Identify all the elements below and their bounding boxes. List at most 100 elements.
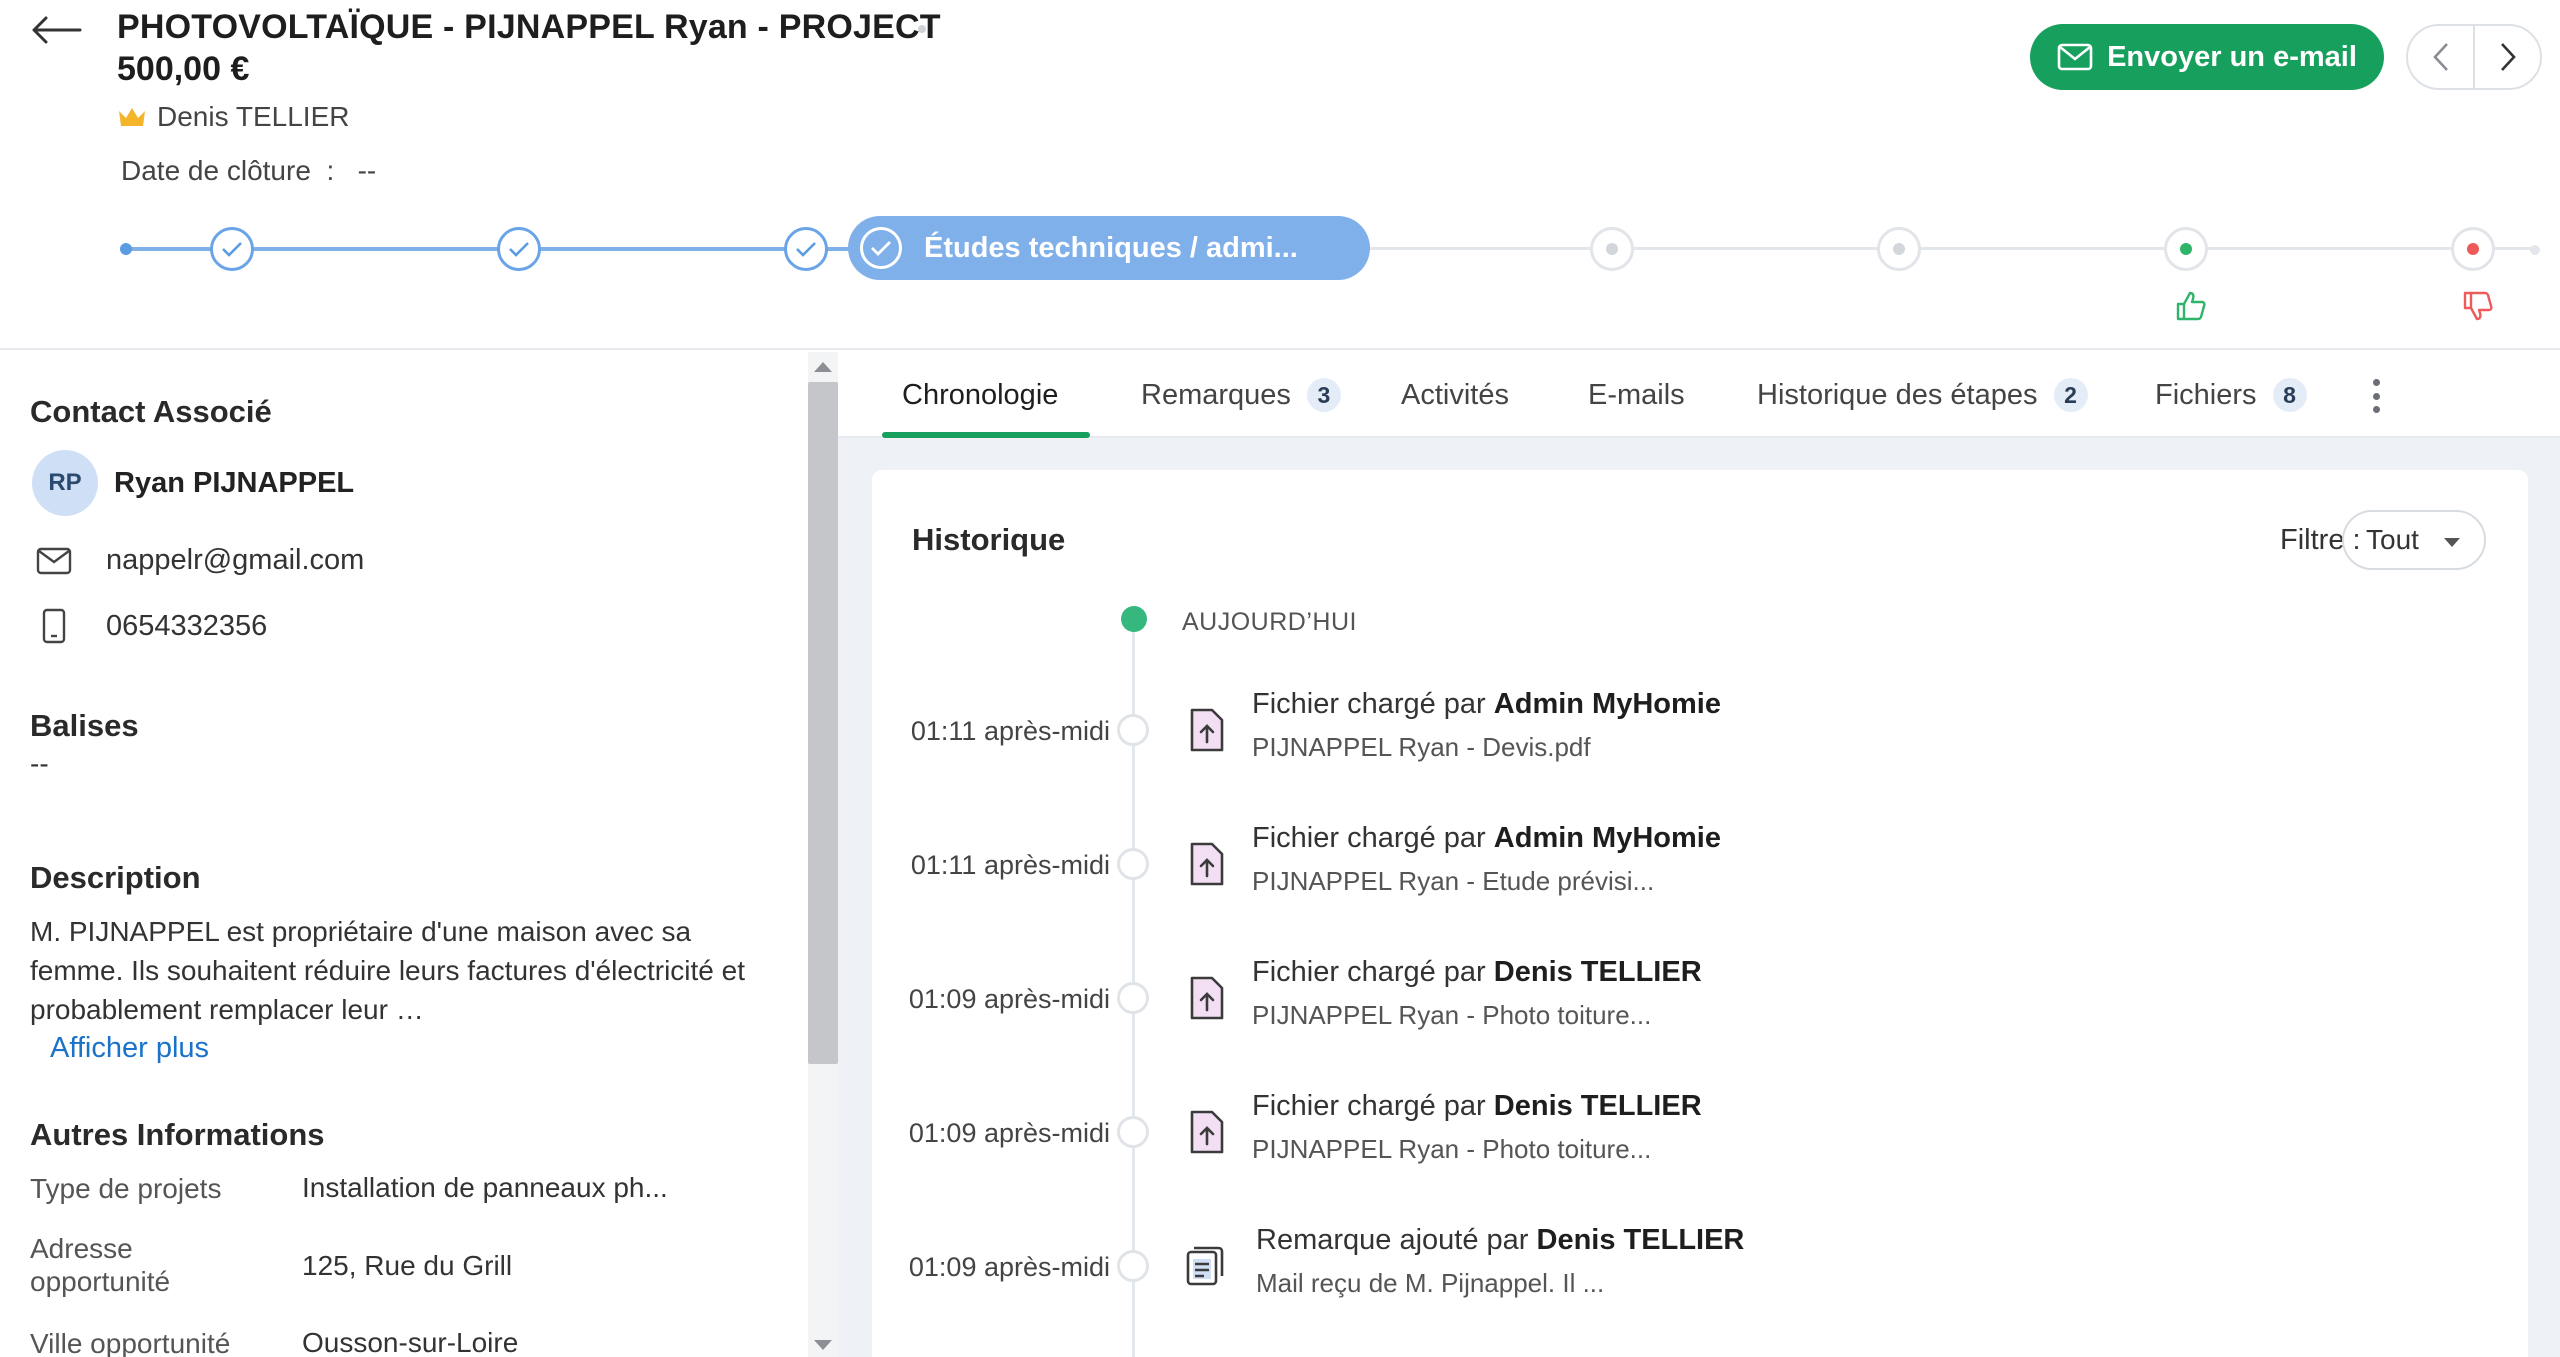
file-upload-icon bbox=[1190, 842, 1224, 886]
timeline-action: Fichier chargé par bbox=[1252, 688, 1486, 720]
stage-2-completed[interactable] bbox=[497, 227, 541, 271]
back-button[interactable] bbox=[28, 8, 84, 52]
close-date-label: Date de clôture bbox=[121, 155, 311, 186]
today-label: AUJOURD’HUI bbox=[1182, 608, 1357, 636]
avatar: RP bbox=[32, 450, 98, 516]
stage-6[interactable] bbox=[1877, 227, 1921, 271]
timeline-actor: Denis TELLIER bbox=[1536, 1224, 1745, 1256]
timeline-item-title[interactable]: Remarque ajouté par Denis TELLIER bbox=[1256, 1224, 1744, 1257]
today-marker bbox=[1121, 606, 1147, 632]
stage-3-completed[interactable] bbox=[784, 227, 828, 271]
next-record-button[interactable] bbox=[2475, 26, 2540, 88]
stage-dot bbox=[2180, 243, 2192, 255]
stage-end bbox=[2530, 245, 2540, 255]
stage-1-completed[interactable] bbox=[210, 227, 254, 271]
timeline-item-detail[interactable]: PIJNAPPEL Ryan - Photo toiture... bbox=[1252, 1134, 1651, 1165]
description-section-title: Description bbox=[30, 860, 201, 895]
filter-value: Tout bbox=[2366, 524, 2419, 555]
thumbs-up-icon bbox=[2176, 291, 2206, 321]
contact-name: Ryan PIJNAPPEL bbox=[114, 466, 355, 499]
tab-label: Historique des étapes bbox=[1757, 378, 2038, 411]
stage-current[interactable]: Études techniques / admi... bbox=[848, 216, 1370, 280]
crown-icon bbox=[119, 108, 145, 126]
field-label-project-type: Type de projets bbox=[30, 1173, 222, 1204]
timeline-actor: Denis TELLIER bbox=[1493, 1090, 1702, 1122]
timeline-item-detail[interactable]: PIJNAPPEL Ryan - Photo toiture... bbox=[1252, 1000, 1651, 1031]
tab-chronologie[interactable]: Chronologie bbox=[902, 352, 1058, 438]
timeline-item-title[interactable]: Fichier chargé par Admin MyHomie bbox=[1252, 822, 1721, 855]
chevron-left-icon bbox=[2432, 43, 2448, 71]
tags-section-title: Balises bbox=[30, 708, 139, 743]
tab-historique-etapes[interactable]: Historique des étapes 2 bbox=[1757, 352, 2088, 438]
scroll-up-arrow[interactable] bbox=[814, 362, 832, 372]
filter-dropdown[interactable]: Tout bbox=[2342, 510, 2486, 570]
timeline-node bbox=[1117, 982, 1149, 1014]
contact-phone[interactable]: 0654332356 bbox=[36, 608, 267, 644]
scrollbar-thumb[interactable] bbox=[808, 382, 838, 1064]
timeline-item-detail[interactable]: Mail reçu de M. Pijnappel. Il ... bbox=[1256, 1268, 1604, 1299]
timeline-item-title[interactable]: Fichier chargé par Admin MyHomie bbox=[1252, 688, 1721, 721]
status-dot bbox=[918, 25, 926, 33]
timeline-node bbox=[1117, 1250, 1149, 1282]
history-card: Historique Filtre : Tout AUJOURD’HUI 01:… bbox=[872, 470, 2528, 1357]
field-value-city: Ousson-sur-Loire bbox=[302, 1327, 519, 1357]
tab-label: Remarques bbox=[1141, 378, 1291, 411]
scroll-down-arrow[interactable] bbox=[814, 1340, 832, 1350]
timeline-item-detail[interactable]: PIJNAPPEL Ryan - Devis.pdf bbox=[1252, 732, 1591, 763]
timeline-time: 01:11 après-midi bbox=[910, 716, 1110, 746]
file-upload-icon bbox=[1190, 708, 1224, 752]
stage-dot bbox=[1893, 243, 1905, 255]
record-owner[interactable]: Denis TELLIER bbox=[117, 101, 349, 133]
chevron-right-icon bbox=[2500, 43, 2516, 71]
tab-emails[interactable]: E-mails bbox=[1588, 352, 1685, 438]
stage-won[interactable] bbox=[2164, 227, 2208, 271]
check-circle-icon bbox=[860, 227, 902, 269]
check-icon bbox=[509, 242, 529, 257]
tags-value: -- bbox=[30, 748, 49, 779]
check-icon bbox=[796, 242, 816, 257]
show-more-link[interactable]: Afficher plus bbox=[50, 1032, 209, 1065]
contact-phone-value: 0654332356 bbox=[106, 609, 268, 642]
stage-lost[interactable] bbox=[2451, 227, 2495, 271]
tab-label: Chronologie bbox=[902, 378, 1059, 411]
mark-lost-button[interactable] bbox=[2460, 288, 2496, 324]
record-title: PHOTOVOLTAÏQUE - PIJNAPPEL Ryan - PROJEC… bbox=[117, 8, 941, 46]
contact-email-value: nappelr@gmail.com bbox=[106, 544, 365, 576]
mark-won-button[interactable] bbox=[2173, 288, 2209, 324]
previous-record-button[interactable] bbox=[2408, 26, 2473, 88]
stage-remaining-line bbox=[1360, 247, 2535, 250]
timeline-node bbox=[1117, 1116, 1149, 1148]
tab-remarques[interactable]: Remarques 3 bbox=[1141, 352, 1341, 438]
stage-current-label: Études techniques / admi... bbox=[924, 231, 1298, 264]
tab-label: E-mails bbox=[1588, 378, 1685, 411]
timeline-time: 01:11 après-midi bbox=[910, 850, 1110, 880]
stage-start bbox=[120, 243, 132, 255]
field-value-address: 125, Rue du Grill bbox=[302, 1250, 513, 1281]
contact-link[interactable]: RP Ryan PIJNAPPEL bbox=[32, 450, 354, 516]
history-title: Historique bbox=[912, 522, 1066, 557]
other-info-section-title: Autres Informations bbox=[30, 1117, 325, 1152]
timeline-item-title[interactable]: Fichier chargé par Denis TELLIER bbox=[1252, 1090, 1702, 1123]
timeline-item-detail[interactable]: PIJNAPPEL Ryan - Etude prévisi... bbox=[1252, 866, 1654, 897]
more-tabs-icon[interactable] bbox=[2364, 376, 2388, 416]
timeline-time: 01:09 après-midi bbox=[908, 1118, 1110, 1148]
file-upload-icon bbox=[1190, 1110, 1224, 1154]
stage-dot bbox=[2467, 243, 2479, 255]
timeline-action: Fichier chargé par bbox=[1252, 1090, 1486, 1122]
stage-dot bbox=[1606, 243, 1618, 255]
caret-down-icon bbox=[2444, 538, 2460, 547]
check-icon bbox=[222, 242, 242, 257]
field-value-project-type: Installation de panneaux ph... bbox=[302, 1172, 668, 1203]
tab-fichiers[interactable]: Fichiers 8 bbox=[2155, 352, 2307, 438]
field-label-city: Ville opportunité bbox=[30, 1328, 231, 1357]
timeline-action: Fichier chargé par bbox=[1252, 956, 1486, 988]
send-email-button[interactable]: Envoyer un e-mail bbox=[2030, 24, 2384, 90]
stage-5[interactable] bbox=[1590, 227, 1634, 271]
contact-email[interactable]: nappelr@gmail.com bbox=[36, 544, 364, 577]
thumbs-down-icon bbox=[2463, 291, 2493, 321]
field-label-address: Adresse opportunité bbox=[30, 1233, 171, 1297]
arrow-left-icon bbox=[32, 16, 82, 44]
tab-activites[interactable]: Activités bbox=[1401, 352, 1509, 438]
mail-icon bbox=[36, 547, 72, 574]
timeline-item-title[interactable]: Fichier chargé par Denis TELLIER bbox=[1252, 956, 1702, 989]
